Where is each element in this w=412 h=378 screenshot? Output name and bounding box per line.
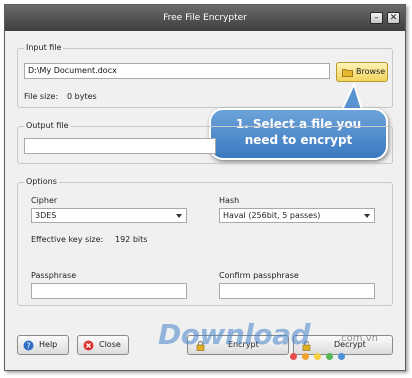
app-window: Free File Encrypter – ✕ Input file D:\My… <box>4 4 406 371</box>
cipher-label: Cipher <box>31 196 58 205</box>
hash-value: Haval (256bit, 5 passes) <box>223 211 321 220</box>
close-window-button[interactable]: ✕ <box>387 12 400 24</box>
browse-label: Browse <box>356 67 386 76</box>
cipher-value: 3DES <box>35 211 57 220</box>
watermark-dot <box>326 353 333 360</box>
input-file-path-field[interactable]: D:\My Document.docx <box>24 63 330 79</box>
output-file-group-title: Output file <box>24 121 71 130</box>
help-icon: ? <box>23 340 34 351</box>
passphrase-label: Passphrase <box>31 271 77 280</box>
browse-button[interactable]: Browse <box>336 62 388 82</box>
input-file-group-title: Input file <box>24 43 64 52</box>
watermark-dot <box>290 353 297 360</box>
close-label: Close <box>99 340 121 349</box>
confirm-passphrase-field[interactable] <box>219 283 375 299</box>
callout-pointer <box>340 82 364 110</box>
watermark-logo: Download <box>158 318 311 351</box>
title-bar: Free File Encrypter – ✕ <box>5 5 405 31</box>
close-button[interactable]: Close <box>77 335 129 355</box>
passphrase-field[interactable] <box>31 283 187 299</box>
confirm-passphrase-label: Confirm passphrase <box>219 271 299 280</box>
close-icon: ✕ <box>389 13 398 23</box>
watermark-dot <box>302 353 309 360</box>
effective-key-size-label: Effective key size: <box>31 235 104 244</box>
file-size-label: File size: <box>24 92 59 101</box>
chevron-down-icon <box>364 214 370 218</box>
folder-icon <box>342 69 353 77</box>
minimize-icon: – <box>374 13 379 23</box>
file-size-value: 0 bytes <box>67 92 97 101</box>
output-file-path-field[interactable] <box>24 138 216 154</box>
hash-select[interactable]: Haval (256bit, 5 passes) <box>219 208 375 223</box>
help-label: Help <box>39 340 58 349</box>
window-title: Free File Encrypter <box>163 13 247 23</box>
effective-key-size-value: 192 bits <box>115 235 148 244</box>
watermark-dot <box>338 353 345 360</box>
help-button[interactable]: ? Help <box>17 335 69 355</box>
cancel-icon <box>83 340 94 351</box>
chevron-down-icon <box>176 214 182 218</box>
cipher-select[interactable]: 3DES <box>31 208 187 223</box>
hash-label: Hash <box>219 196 240 205</box>
minimize-button[interactable]: – <box>370 12 383 24</box>
watermark-dot <box>314 353 321 360</box>
options-group-title: Options <box>24 177 59 186</box>
watermark-suffix: .com.vn <box>338 333 378 344</box>
svg-text:?: ? <box>26 342 30 351</box>
